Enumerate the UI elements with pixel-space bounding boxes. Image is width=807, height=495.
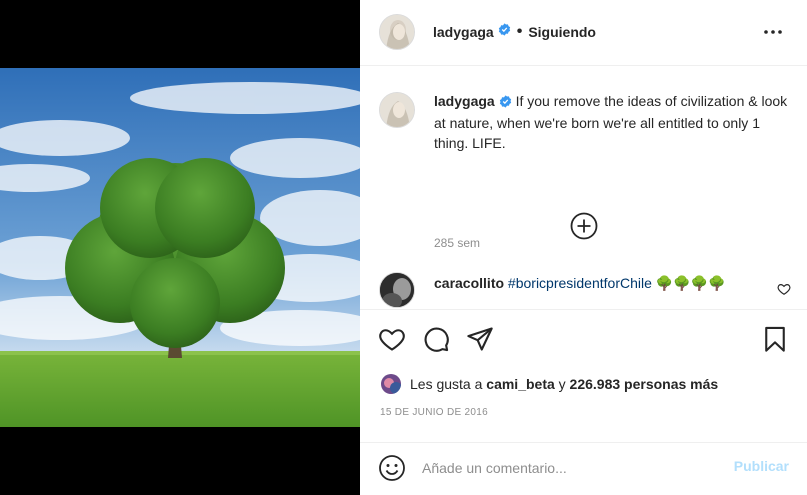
likes-summary: Les gusta a cami_beta y 226.983 personas…: [380, 373, 718, 395]
caption-username[interactable]: ladygaga: [434, 93, 495, 109]
more-options-icon[interactable]: [763, 24, 783, 40]
commenter-avatar[interactable]: [379, 272, 415, 308]
following-button[interactable]: Siguiendo: [528, 24, 596, 40]
comment-username[interactable]: caracollito: [434, 275, 504, 291]
post-actions: Les gusta a cami_beta y 226.983 personas…: [360, 309, 807, 443]
publish-button[interactable]: Publicar: [734, 458, 789, 474]
bookmark-icon[interactable]: [761, 325, 789, 353]
caption-timestamp[interactable]: 285 sem: [434, 236, 480, 250]
add-comment-bar: Publicar: [360, 443, 807, 495]
comment-icon[interactable]: [422, 325, 450, 353]
caption-avatar[interactable]: [379, 92, 415, 128]
post-image[interactable]: [0, 68, 360, 427]
likes-connector: y: [558, 376, 566, 392]
likes-others[interactable]: 226.983 personas más: [570, 376, 719, 392]
author-avatar[interactable]: [379, 14, 415, 50]
liker-avatar[interactable]: [380, 373, 402, 395]
author-username[interactable]: ladygaga: [433, 24, 494, 40]
verified-badge-icon: [498, 23, 511, 41]
comment-like-icon[interactable]: [777, 282, 791, 296]
separator-dot: •: [516, 23, 523, 40]
add-circle-icon[interactable]: [570, 212, 598, 240]
comment-input[interactable]: [422, 456, 702, 480]
share-icon[interactable]: [466, 325, 494, 353]
post-caption: ladygaga If you remove the ideas of civi…: [434, 91, 794, 153]
comment-item: caracollito #boricpresidentforChile 🌳🌳🌳🌳: [434, 273, 774, 293]
verified-badge-icon: [499, 93, 512, 113]
comment-emoji: 🌳🌳🌳🌳: [655, 275, 726, 291]
emoji-icon[interactable]: [378, 454, 406, 482]
heart-icon[interactable]: [378, 325, 406, 353]
post-header: ladygaga • Siguiendo: [360, 0, 807, 66]
likes-prefix: Les gusta a: [410, 376, 483, 392]
comments-section: ladygaga If you remove the ideas of civi…: [360, 67, 807, 309]
media-panel: [0, 0, 360, 495]
post-details-panel: ladygaga • Siguiendo ladygaga If you rem…: [360, 0, 807, 495]
post-date[interactable]: 15 DE JUNIO DE 2016: [380, 407, 488, 418]
comment-hashtag[interactable]: #boricpresidentforChile: [508, 275, 652, 291]
liker-username[interactable]: cami_beta: [486, 376, 554, 392]
